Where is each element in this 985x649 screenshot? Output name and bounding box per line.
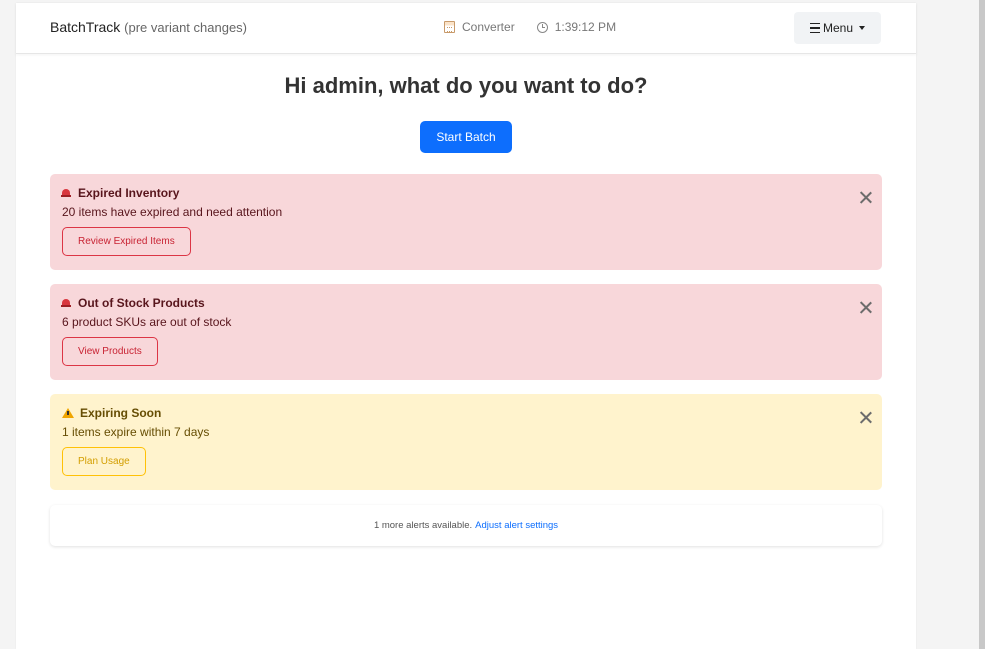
converter-link[interactable]: Converter (462, 20, 515, 34)
alert-title-text: Expired Inventory (78, 186, 180, 200)
alert-title: Expired Inventory (61, 186, 180, 200)
alert-message: 1 items expire within 7 days (62, 425, 210, 439)
calculator-icon (444, 21, 455, 33)
siren-icon (61, 299, 71, 307)
adjust-alert-settings-link[interactable]: Adjust alert settings (475, 520, 558, 531)
more-alerts-card: 1 more alerts available. Adjust alert se… (50, 505, 882, 546)
close-icon[interactable] (860, 301, 872, 313)
brand-name: BatchTrack (50, 19, 121, 35)
alert-title-text: Out of Stock Products (78, 296, 205, 310)
siren-icon (61, 189, 71, 197)
alert-title-text: Expiring Soon (80, 406, 162, 420)
view-products-button[interactable]: View Products (62, 337, 158, 366)
more-alerts-text: 1 more alerts available. (373, 520, 473, 531)
clock-time: 1:39:12 PM (554, 20, 617, 34)
menu-label: Menu (822, 21, 854, 35)
close-icon[interactable] (860, 411, 872, 423)
menu-button[interactable]: Menu (794, 12, 881, 44)
alert-title: Expiring Soon (62, 406, 161, 420)
page-container: BatchTrack (pre variant changes) Convert… (16, 3, 916, 649)
brand[interactable]: BatchTrack (pre variant changes) (50, 19, 247, 35)
alert-expired-inventory: Expired Inventory 20 items have expired … (50, 174, 882, 270)
alert-expiring-soon: Expiring Soon 1 items expire within 7 da… (50, 394, 882, 490)
top-navbar: BatchTrack (pre variant changes) Convert… (16, 3, 916, 54)
review-expired-items-button[interactable]: Review Expired Items (62, 227, 191, 256)
scrollbar[interactable] (979, 0, 985, 649)
close-icon[interactable] (860, 191, 872, 203)
start-batch-button[interactable]: Start Batch (420, 121, 512, 153)
clock-icon (536, 21, 548, 33)
brand-subtitle: (pre variant changes) (124, 20, 248, 35)
warning-icon (62, 408, 74, 418)
alert-message: 6 product SKUs are out of stock (62, 315, 232, 329)
page-title: Hi admin, what do you want to do? (284, 73, 648, 98)
plan-usage-button[interactable]: Plan Usage (62, 447, 146, 476)
caret-down-icon (859, 26, 866, 30)
nav-center: Converter 1:39:12 PM (444, 20, 616, 34)
alert-out-of-stock: Out of Stock Products 6 product SKUs are… (50, 284, 882, 380)
alert-title: Out of Stock Products (61, 296, 205, 310)
alert-message: 20 items have expired and need attention (62, 205, 283, 219)
hamburger-icon (809, 23, 820, 33)
